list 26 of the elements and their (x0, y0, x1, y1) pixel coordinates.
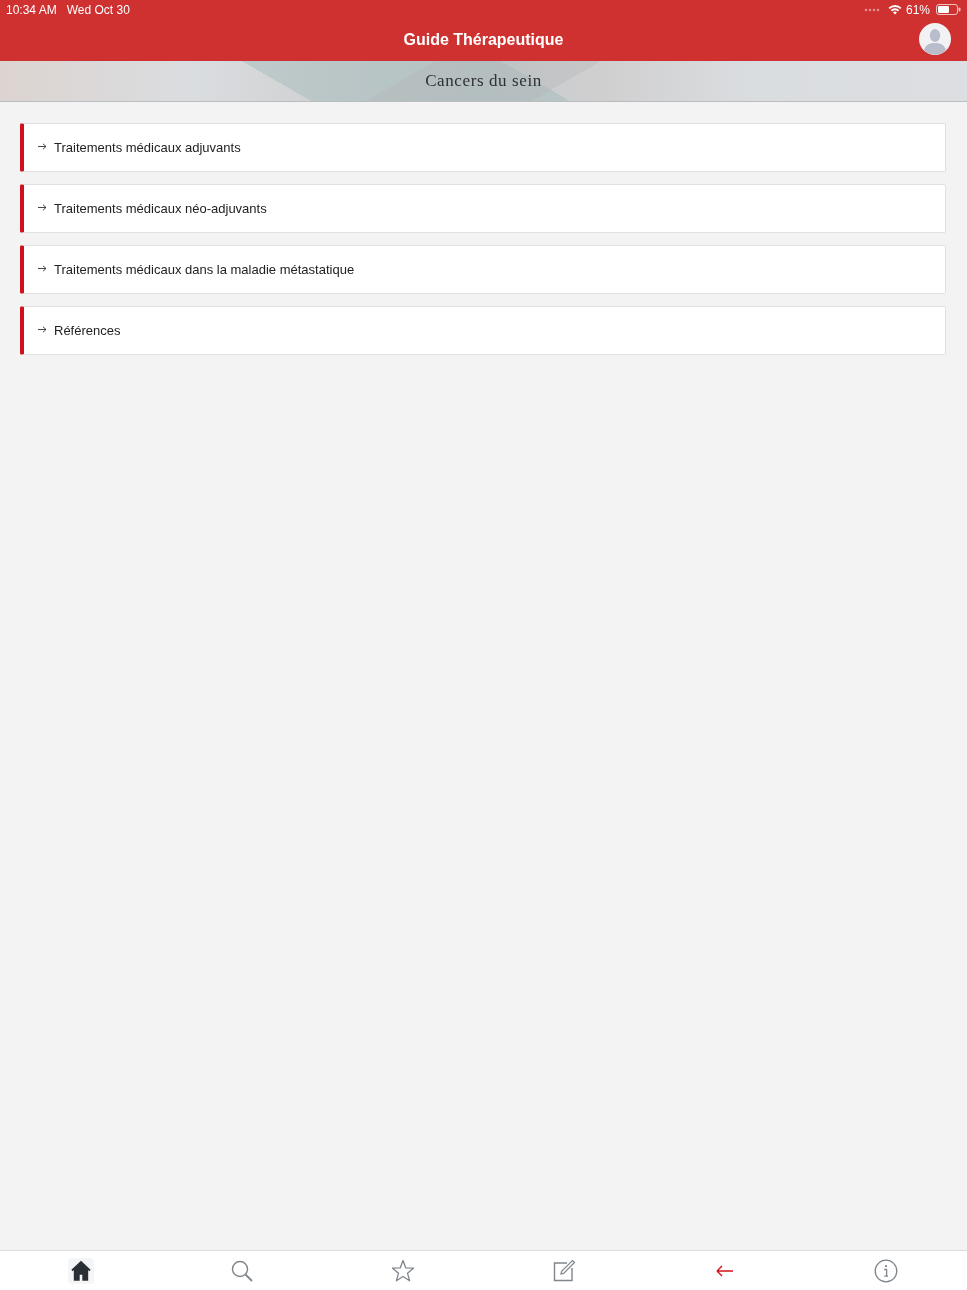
app-title: Guide Thérapeutique (403, 31, 564, 49)
info-icon (874, 1258, 899, 1283)
menu-item-label: Traitements médicaux dans la maladie métastatique (54, 262, 355, 277)
arrow-right-icon (38, 325, 47, 333)
menu-item-label: Traitements médicaux néo-adjuvants (54, 201, 267, 216)
status-time: 10:34 AM (6, 2, 57, 17)
arrow-right-icon (38, 203, 47, 211)
wifi-icon (887, 4, 902, 15)
search-icon (229, 1258, 254, 1283)
menu-item[interactable]: Traitements médicaux dans la maladie métastatique (20, 245, 946, 294)
avatar-icon[interactable] (919, 23, 951, 55)
status-date: Wed Oct 30 (66, 2, 130, 17)
menu-item-label: Références (54, 323, 121, 338)
arrow-right-icon (38, 142, 47, 150)
arrow-right-icon (38, 264, 47, 272)
signal-dots-icon (863, 7, 880, 12)
battery-icon (936, 4, 961, 15)
menu-item[interactable]: Références (20, 306, 946, 355)
menu-item[interactable]: Traitements médicaux néo-adjuvants (20, 184, 946, 233)
edit-icon (552, 1258, 577, 1283)
menu-item-label: Traitements médicaux adjuvants (54, 140, 241, 155)
menu-item[interactable]: Traitements médicaux adjuvants (20, 123, 946, 172)
tab-button[interactable] (67, 1257, 94, 1284)
battery-percent: 61% (905, 2, 930, 17)
section-title: Cancers du sein (425, 71, 542, 91)
star-icon (390, 1258, 415, 1283)
